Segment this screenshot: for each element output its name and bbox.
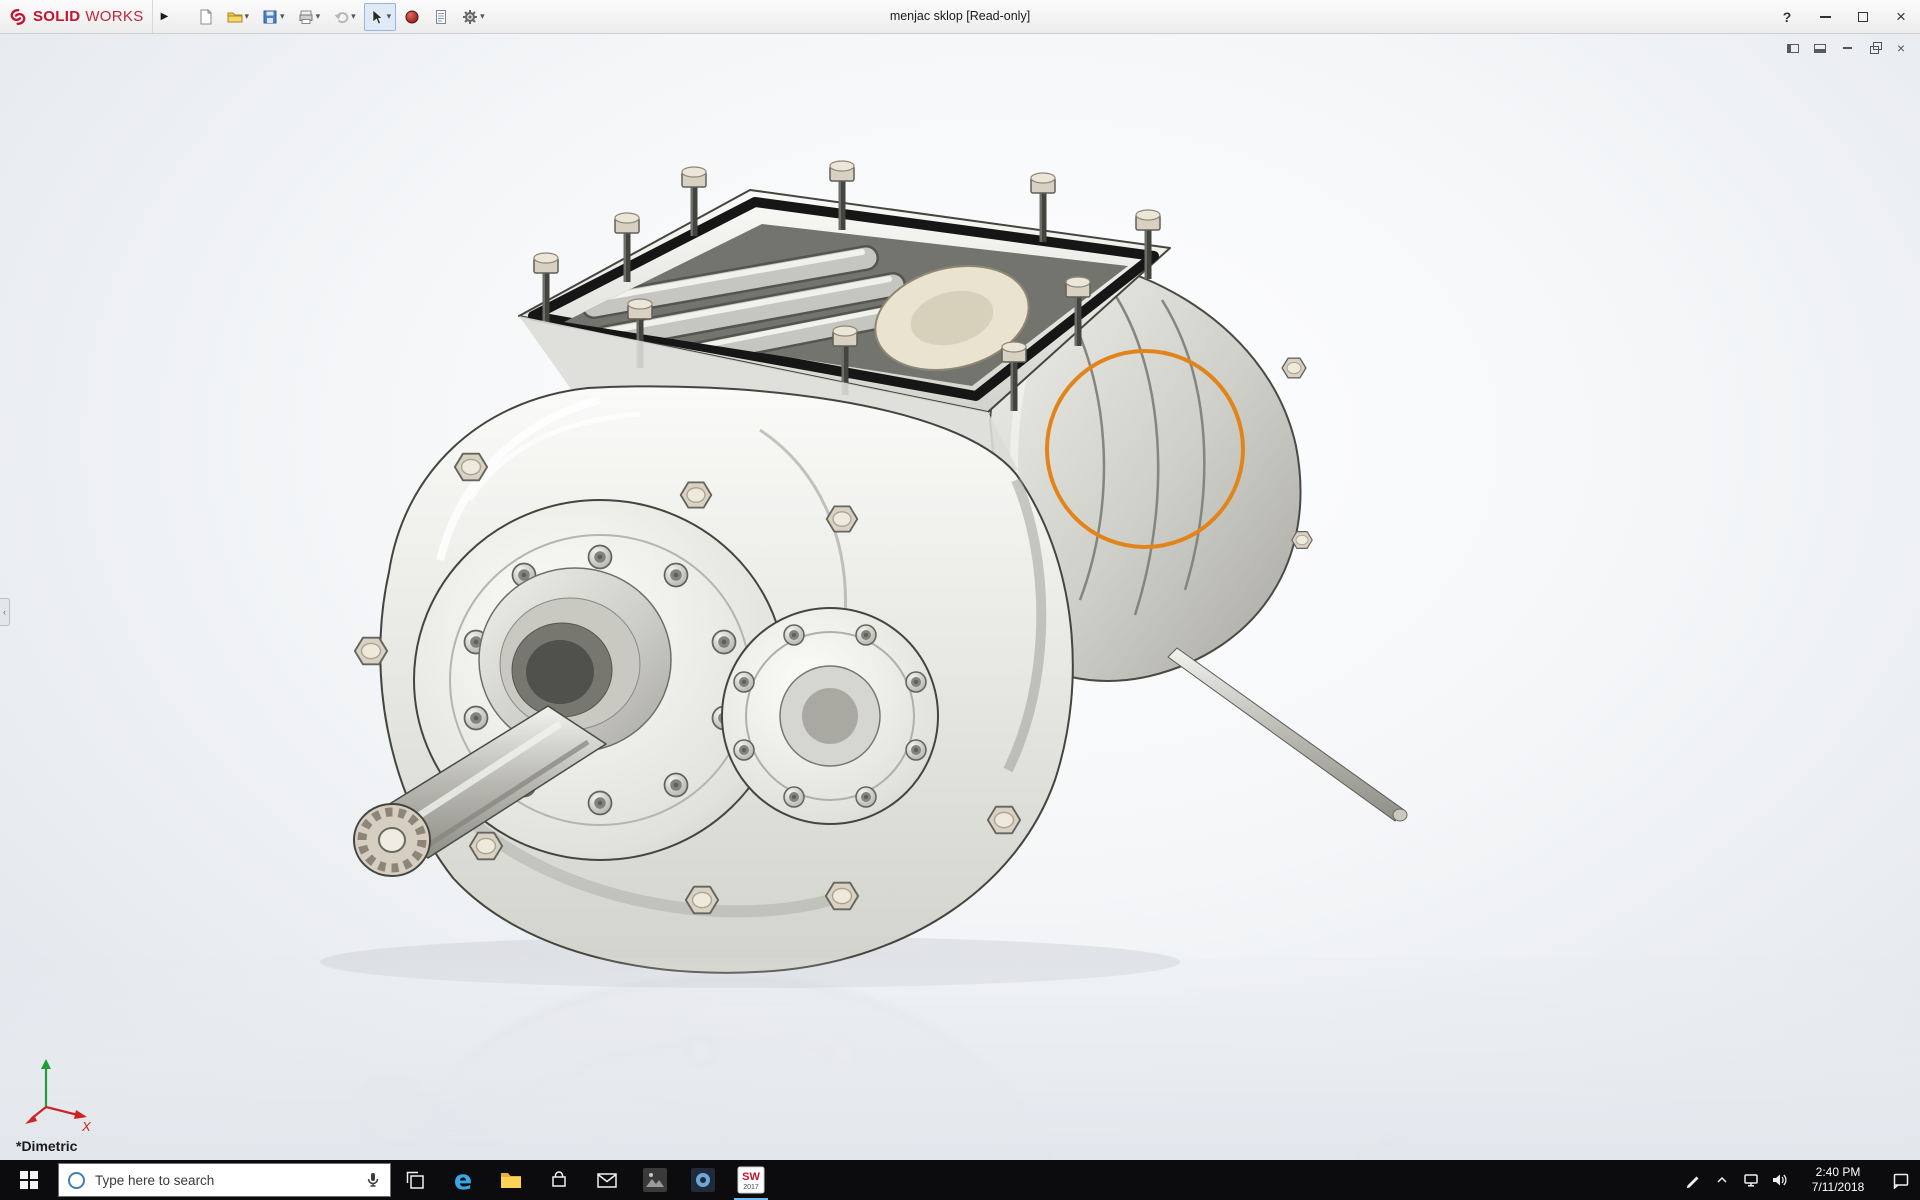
mail-button[interactable] [583, 1160, 631, 1200]
pinned-app-photos-button[interactable] [631, 1160, 679, 1200]
store-icon [550, 1171, 568, 1189]
edge-icon: e [454, 1167, 472, 1194]
dassault-logo-icon [8, 7, 28, 27]
solidworks-application: SOLID WORKS ▶ ▾ [0, 0, 1920, 1200]
gearbox-3d-model[interactable] [354, 161, 1407, 973]
clock-date: 7/11/2018 [1812, 1180, 1865, 1195]
solidworks-icon-label: SW [742, 1171, 760, 1183]
pen-icon [1685, 1172, 1701, 1188]
options-dropdown-arrow[interactable]: ▾ [480, 11, 485, 22]
microphone-icon[interactable] [365, 1172, 381, 1188]
triad-x-label: X [81, 1119, 92, 1134]
solidworks-icon-year: 2017 [743, 1184, 759, 1191]
speaker-icon [1771, 1172, 1788, 1188]
undo-icon [333, 9, 349, 25]
save-dropdown-arrow[interactable]: ▾ [280, 11, 285, 22]
solidworks-brand: SOLID WORKS [0, 7, 152, 27]
print-button[interactable]: ▾ [293, 3, 326, 31]
document-minimize-icon [1843, 47, 1852, 49]
save-button[interactable]: ▾ [257, 3, 290, 31]
brand-text-solid: SOLID [33, 8, 80, 25]
menu-flyout-button[interactable]: ▶ [152, 0, 177, 33]
close-button[interactable]: × [1882, 0, 1920, 33]
options-button[interactable]: ▾ [457, 3, 490, 31]
maximize-button[interactable] [1844, 0, 1882, 33]
start-button[interactable] [0, 1160, 58, 1200]
open-dropdown-arrow[interactable]: ▾ [245, 11, 250, 22]
windows-taskbar: e [0, 1160, 1920, 1200]
network-icon [1743, 1172, 1759, 1188]
help-button[interactable]: ? [1768, 0, 1806, 33]
print-dropdown-arrow[interactable]: ▾ [316, 11, 321, 22]
titlebar: SOLID WORKS ▶ ▾ [0, 0, 1920, 34]
volume-button[interactable] [1765, 1160, 1794, 1200]
network-button[interactable] [1736, 1160, 1765, 1200]
view-orientation-label: *Dimetric [16, 1138, 77, 1154]
undo-dropdown-arrow[interactable]: ▾ [351, 11, 356, 22]
media-app-icon [690, 1167, 716, 1193]
clock-time: 2:40 PM [1816, 1165, 1861, 1180]
document-restore-icon [1870, 46, 1879, 54]
document-window-controls: × [1784, 40, 1910, 56]
quick-access-toolbar: ▾ ▾ ▾ [177, 3, 490, 31]
document-restore-button[interactable] [1865, 40, 1883, 56]
open-button[interactable]: ▾ [222, 3, 255, 31]
document-pane-bottom-button[interactable] [1811, 40, 1829, 56]
collapsed-panel-tab[interactable]: ‹ [0, 598, 10, 626]
task-view-icon [405, 1170, 425, 1190]
model-canvas[interactable] [0, 33, 1920, 1160]
window-caption-controls: ? × [1768, 0, 1920, 33]
orientation-triad: X [16, 1055, 100, 1135]
triad-x-arrow [74, 1110, 87, 1119]
select-dropdown-arrow[interactable]: ▾ [387, 11, 392, 22]
triad-y-arrow [41, 1059, 51, 1069]
minimize-button[interactable] [1806, 0, 1844, 33]
mail-icon [597, 1173, 617, 1188]
store-button[interactable] [535, 1160, 583, 1200]
document-minimize-button[interactable] [1838, 40, 1856, 56]
search-input[interactable] [93, 1172, 356, 1189]
graphics-area[interactable]: × ‹ X *Dimetric [0, 33, 1920, 1160]
taskbar-search[interactable] [58, 1163, 391, 1197]
undo-button[interactable]: ▾ [328, 3, 361, 31]
rebuild-icon [404, 9, 420, 25]
pane-bottom-icon [1814, 44, 1826, 53]
system-tray: 2:40 PM 7/11/2018 [1678, 1160, 1920, 1200]
select-cursor-icon [369, 9, 385, 25]
hidden-icons-button[interactable] [1707, 1160, 1736, 1200]
file-properties-icon [433, 9, 449, 25]
photos-app-icon [642, 1167, 668, 1193]
select-button[interactable]: ▾ [364, 3, 397, 31]
pane-left-icon [1787, 44, 1799, 53]
minimize-icon [1820, 16, 1831, 18]
task-view-button[interactable] [391, 1160, 439, 1200]
new-document-icon [198, 9, 214, 25]
save-icon [262, 9, 278, 25]
solidworks-app-icon: SW 2017 [737, 1166, 765, 1194]
document-close-button[interactable]: × [1892, 40, 1910, 56]
chevron-up-icon [1714, 1172, 1730, 1188]
taskbar-clock[interactable]: 2:40 PM 7/11/2018 [1794, 1160, 1882, 1200]
maximize-icon [1858, 12, 1868, 22]
document-title: menjac sklop [Read-only] [890, 0, 1030, 33]
edge-button[interactable]: e [439, 1160, 487, 1200]
action-center-icon [1892, 1172, 1910, 1189]
file-properties-button[interactable] [428, 3, 454, 31]
pinned-app-media-button[interactable] [679, 1160, 727, 1200]
new-document-button[interactable] [193, 3, 219, 31]
gear-icon [462, 9, 478, 25]
cortana-icon [68, 1172, 85, 1189]
brand-text-works: WORKS [85, 8, 143, 25]
pen-workspace-button[interactable] [1678, 1160, 1707, 1200]
open-folder-icon [227, 9, 243, 25]
file-explorer-button[interactable] [487, 1160, 535, 1200]
solidworks-taskbar-button[interactable]: SW 2017 [727, 1160, 775, 1200]
document-pane-left-button[interactable] [1784, 40, 1802, 56]
print-icon [298, 9, 314, 25]
windows-logo-icon [20, 1171, 38, 1189]
action-center-button[interactable] [1882, 1160, 1920, 1200]
file-explorer-icon [500, 1171, 522, 1189]
rebuild-button[interactable] [399, 3, 425, 31]
